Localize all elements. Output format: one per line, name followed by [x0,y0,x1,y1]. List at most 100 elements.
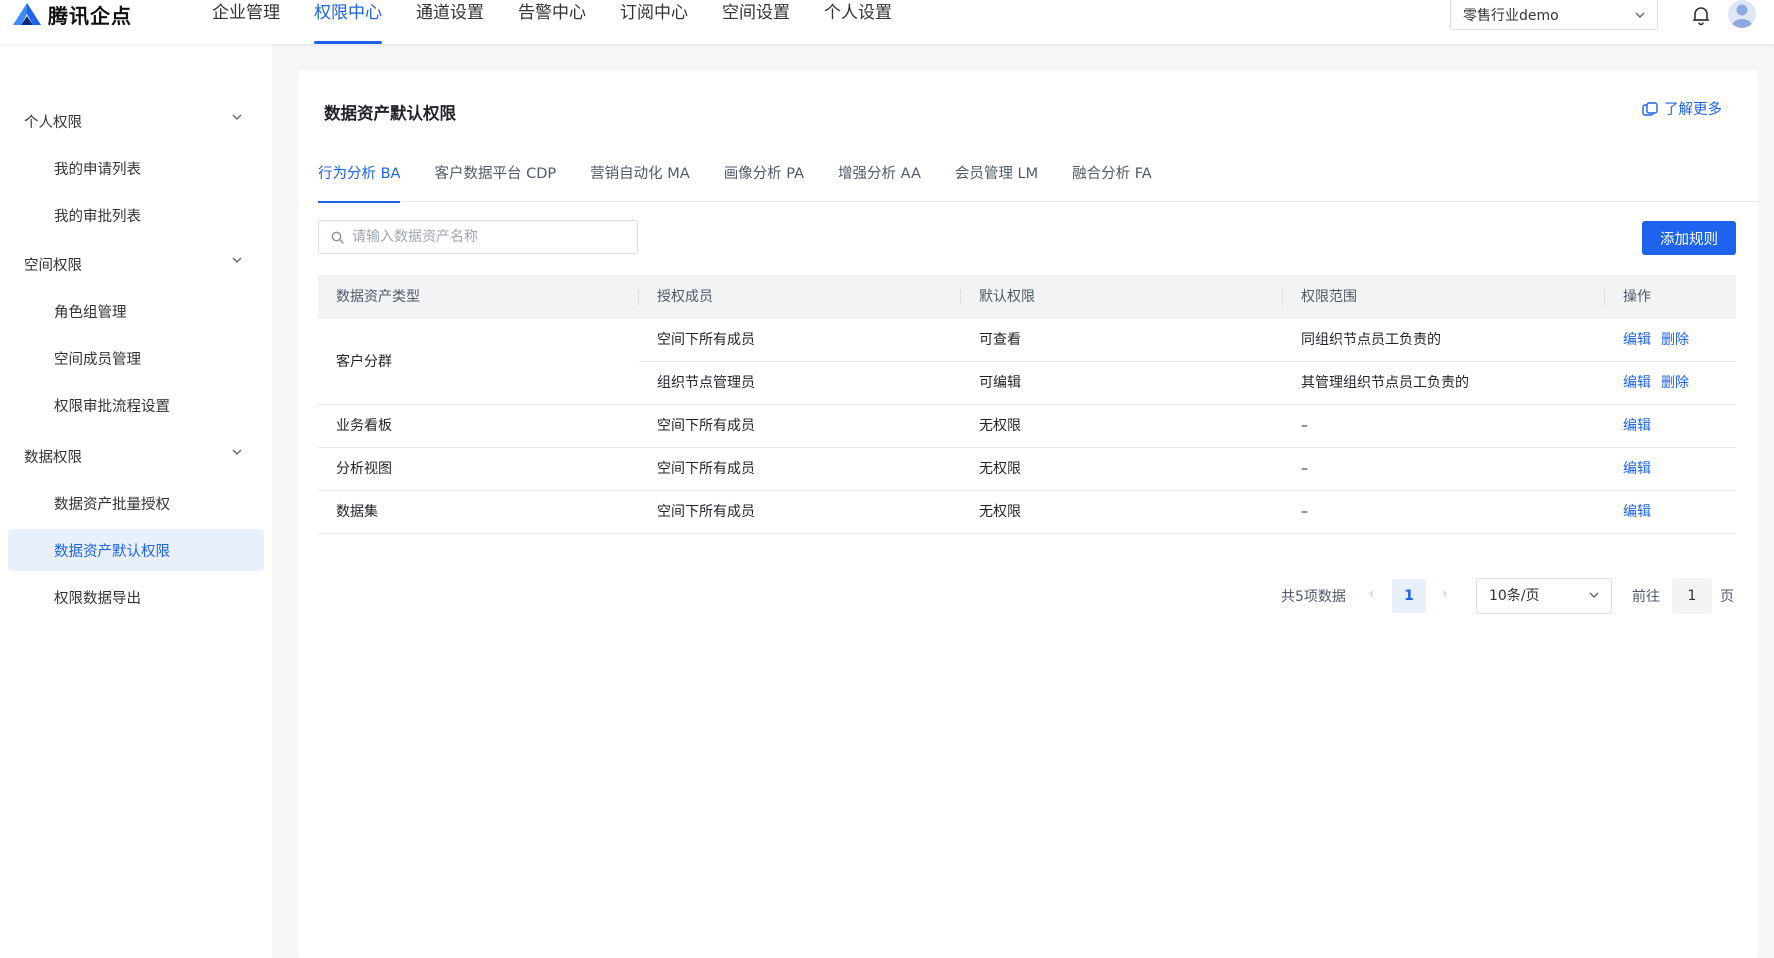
tab-fa[interactable]: 融合分析 FA [1072,156,1152,202]
top-navigation-bar: 腾讯企点 企业管理 权限中心 通道设置 告警中心 订阅中心 空间设置 个人设置 … [0,0,1774,44]
nav-item-enterprise[interactable]: 企业管理 [212,0,280,44]
next-page-icon[interactable]: › [1442,586,1448,602]
table-row: 数据集 空间下所有成员 无权限 – 编辑 [318,491,1736,534]
sidebar-item-my-applications[interactable]: 我的申请列表 [8,147,264,189]
edit-link[interactable]: 编辑 [1623,332,1651,348]
learn-more-label: 了解更多 [1664,102,1722,118]
nav-item-channel[interactable]: 通道设置 [416,0,484,44]
sidebar-group-label: 个人权限 [24,114,82,131]
column-header-scope: 权限范围 [1301,289,1357,305]
sidebar-item-space-members[interactable]: 空间成员管理 [8,337,264,379]
search-icon [331,231,344,244]
cell-scope: 同组织节点员工负责的 [1301,332,1441,348]
learn-more-link[interactable]: 了解更多 [1642,98,1722,119]
sidebar-item-approval-flow[interactable]: 权限审批流程设置 [8,384,264,426]
table-row: 组织节点管理员 可编辑 其管理组织节点员工负责的 编辑 删除 [639,362,1736,405]
table-header: 数据资产类型 授权成员 默认权限 权限范围 操作 [318,275,1736,319]
nav-item-space-settings[interactable]: 空间设置 [722,0,790,44]
cell-permission: 无权限 [979,461,1021,477]
cell-scope: – [1301,418,1308,434]
sidebar-item-batch-authorization[interactable]: 数据资产批量授权 [8,482,264,524]
sidebar-item-role-groups[interactable]: 角色组管理 [8,290,264,332]
cell-scope: – [1301,504,1308,520]
prev-page-icon[interactable]: ‹ [1369,586,1375,602]
search-box [318,220,638,254]
goto-label: 前往 [1632,589,1660,605]
pagination-total: 共5项数据 [1281,589,1346,605]
sidebar-item-label: 权限审批流程设置 [54,398,170,415]
nav-item-permission-center[interactable]: 权限中心 [314,0,382,44]
table-row: 分析视图 空间下所有成员 无权限 – 编辑 [318,448,1736,491]
cell-permission: 无权限 [979,418,1021,434]
chevron-down-icon [232,449,242,455]
tab-aa[interactable]: 增强分析 AA [838,156,921,202]
cell-actions: 编辑 [1605,491,1661,533]
table-row: 空间下所有成员 可查看 同组织节点员工负责的 编辑 删除 [639,319,1736,362]
tab-ma[interactable]: 营销自动化 MA [590,156,690,202]
chevron-down-icon [232,257,242,263]
add-rule-button[interactable]: 添加规则 [1642,221,1736,255]
goto-page-input[interactable]: 1 [1672,578,1712,614]
sidebar-group-personal[interactable]: 个人权限 [0,102,272,140]
edit-link[interactable]: 编辑 [1623,418,1651,434]
sidebar-group-data[interactable]: 数据权限 [0,437,272,475]
delete-link[interactable]: 删除 [1661,332,1689,348]
table-row-merged: 客户分群 [318,319,639,405]
sidebar-item-default-permissions[interactable]: 数据资产默认权限 [8,529,264,571]
sidebar-item-label: 权限数据导出 [54,590,141,607]
org-select-value: 零售行业demo [1463,7,1559,24]
nav-item-personal-settings[interactable]: 个人设置 [824,0,892,44]
cell-member: 空间下所有成员 [657,504,755,520]
sidebar-item-label: 我的申请列表 [54,161,141,178]
chevron-down-icon [232,114,242,120]
cell-member: 空间下所有成员 [657,418,755,434]
column-header-permission: 默认权限 [979,289,1035,305]
search-input[interactable] [352,229,622,245]
tab-cdp[interactable]: 客户数据平台 CDP [434,156,556,202]
tab-pa[interactable]: 画像分析 PA [724,156,804,202]
tab-ba[interactable]: 行为分析 BA [318,156,401,203]
bell-icon[interactable] [1690,4,1712,26]
edit-link[interactable]: 编辑 [1623,504,1651,520]
nav-item-subscription[interactable]: 订阅中心 [620,0,688,44]
chevron-down-icon [1635,12,1645,18]
cell-permission: 无权限 [979,504,1021,520]
edit-link[interactable]: 编辑 [1623,461,1651,477]
cell-actions: 编辑 删除 [1605,362,1699,404]
sidebar-item-my-approvals[interactable]: 我的审批列表 [8,194,264,236]
delete-link[interactable]: 删除 [1661,375,1689,391]
tab-lm[interactable]: 会员管理 LM [955,156,1038,202]
sidebar-item-label: 角色组管理 [54,304,127,321]
edit-link[interactable]: 编辑 [1623,375,1651,391]
permissions-table: 数据资产类型 授权成员 默认权限 权限范围 操作 客户分群 空间下所有成员 可查… [318,275,1736,534]
page-number-button[interactable]: 1 [1392,579,1426,613]
cell-member: 组织节点管理员 [657,375,755,391]
sidebar-group-label: 空间权限 [24,257,82,274]
nav-item-alerts[interactable]: 告警中心 [518,0,586,44]
logo[interactable]: 腾讯企点 [12,0,132,28]
chevron-down-icon [1589,592,1599,598]
main-nav: 企业管理 权限中心 通道设置 告警中心 订阅中心 空间设置 个人设置 [212,0,926,44]
product-tabs: 行为分析 BA 客户数据平台 CDP 营销自动化 MA 画像分析 PA 增强分析… [318,156,1758,203]
org-select[interactable]: 零售行业demo [1450,0,1658,30]
cell-scope: 其管理组织节点员工负责的 [1301,375,1469,391]
sidebar: 个人权限 我的申请列表 我的审批列表 空间权限 角色组管理 空间成员管理 权限审… [0,44,272,958]
page-size-select[interactable]: 10条/页 [1476,578,1612,614]
sidebar-item-label: 空间成员管理 [54,351,141,368]
table-row: 业务看板 空间下所有成员 无权限 – 编辑 [318,405,1736,448]
tencent-qidian-logo-icon [13,3,41,25]
cell-permission: 可查看 [979,332,1021,348]
column-header-member: 授权成员 [657,289,713,305]
user-avatar-icon [1731,4,1753,28]
sidebar-item-export[interactable]: 权限数据导出 [8,576,264,618]
cell-type: 数据集 [336,504,378,520]
pagination: 共5项数据 ‹ 1 › 10条/页 前往 1 页 [298,578,1758,614]
cell-member: 空间下所有成员 [657,332,755,348]
page-size-value: 10条/页 [1489,588,1540,604]
sidebar-group-space[interactable]: 空间权限 [0,245,272,283]
sidebar-item-label: 数据资产默认权限 [54,543,170,560]
sidebar-item-label: 数据资产批量授权 [54,496,170,513]
avatar[interactable] [1728,0,1756,28]
page-title: 数据资产默认权限 [324,104,456,123]
page-unit-label: 页 [1720,589,1734,605]
